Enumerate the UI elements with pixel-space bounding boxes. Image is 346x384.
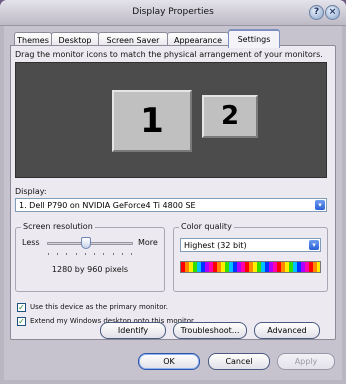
color-quality-value: Highest (32 bit) xyxy=(184,241,247,250)
monitor-2-icon[interactable]: 2 xyxy=(202,95,258,138)
settings-panel: Drag the monitor icons to match the phys… xyxy=(10,45,336,340)
color-quality-select[interactable]: Highest (32 bit) ▾ xyxy=(180,238,321,252)
dialog-client: Themes Desktop Screen Saver Appearance S… xyxy=(4,26,342,380)
chevron-down-icon[interactable]: ▾ xyxy=(309,240,319,250)
advanced-button[interactable]: Advanced xyxy=(254,322,320,339)
monitor-arrangement-area[interactable]: 1 2 xyxy=(15,62,327,178)
color-spectrum-bar xyxy=(180,261,321,273)
screen-resolution-group: Screen resolution Less More 1280 by 960 … xyxy=(15,222,165,292)
display-select-value: 1. Dell P790 on NVIDIA GeForce4 Ti 4800 … xyxy=(19,201,196,210)
color-quality-group: Color quality Highest (32 bit) ▾ xyxy=(173,222,328,292)
troubleshoot-button[interactable]: Troubleshoot... xyxy=(173,322,247,339)
resolution-slider-thumb[interactable] xyxy=(80,237,91,249)
extend-desktop-checkbox[interactable]: ✓ xyxy=(17,316,26,326)
resolution-slider-ticks xyxy=(48,253,132,255)
display-properties-window: Display Properties ? × Themes Desktop Sc… xyxy=(0,0,346,384)
display-label: Display: xyxy=(15,187,47,196)
tab-settings[interactable]: Settings xyxy=(228,29,280,48)
resolution-value: 1280 by 960 pixels xyxy=(51,265,129,274)
monitor-1-icon[interactable]: 1 xyxy=(112,90,192,152)
primary-monitor-option[interactable]: ✓ Use this device as the primary monitor… xyxy=(17,302,168,312)
display-select[interactable]: 1. Dell P790 on NVIDIA GeForce4 Ti 4800 … xyxy=(15,198,327,212)
ok-button[interactable]: OK xyxy=(138,353,200,370)
chevron-down-icon[interactable]: ▾ xyxy=(315,200,325,210)
title-bar[interactable]: Display Properties ? × xyxy=(0,0,346,26)
color-quality-title: Color quality xyxy=(179,222,234,231)
identify-button[interactable]: Identify xyxy=(100,322,166,339)
resolution-less-label: Less xyxy=(22,238,40,247)
arrangement-instructions: Drag the monitor icons to match the phys… xyxy=(15,50,323,59)
resolution-more-label: More xyxy=(138,238,158,247)
close-button[interactable]: × xyxy=(325,5,340,20)
apply-button[interactable]: Apply xyxy=(277,353,335,370)
help-button[interactable]: ? xyxy=(309,5,324,20)
window-title: Display Properties xyxy=(132,7,214,17)
primary-monitor-label: Use this device as the primary monitor. xyxy=(30,303,168,311)
primary-monitor-checkbox[interactable]: ✓ xyxy=(17,302,26,312)
cancel-button[interactable]: Cancel xyxy=(208,353,270,370)
screen-resolution-title: Screen resolution xyxy=(21,222,95,231)
